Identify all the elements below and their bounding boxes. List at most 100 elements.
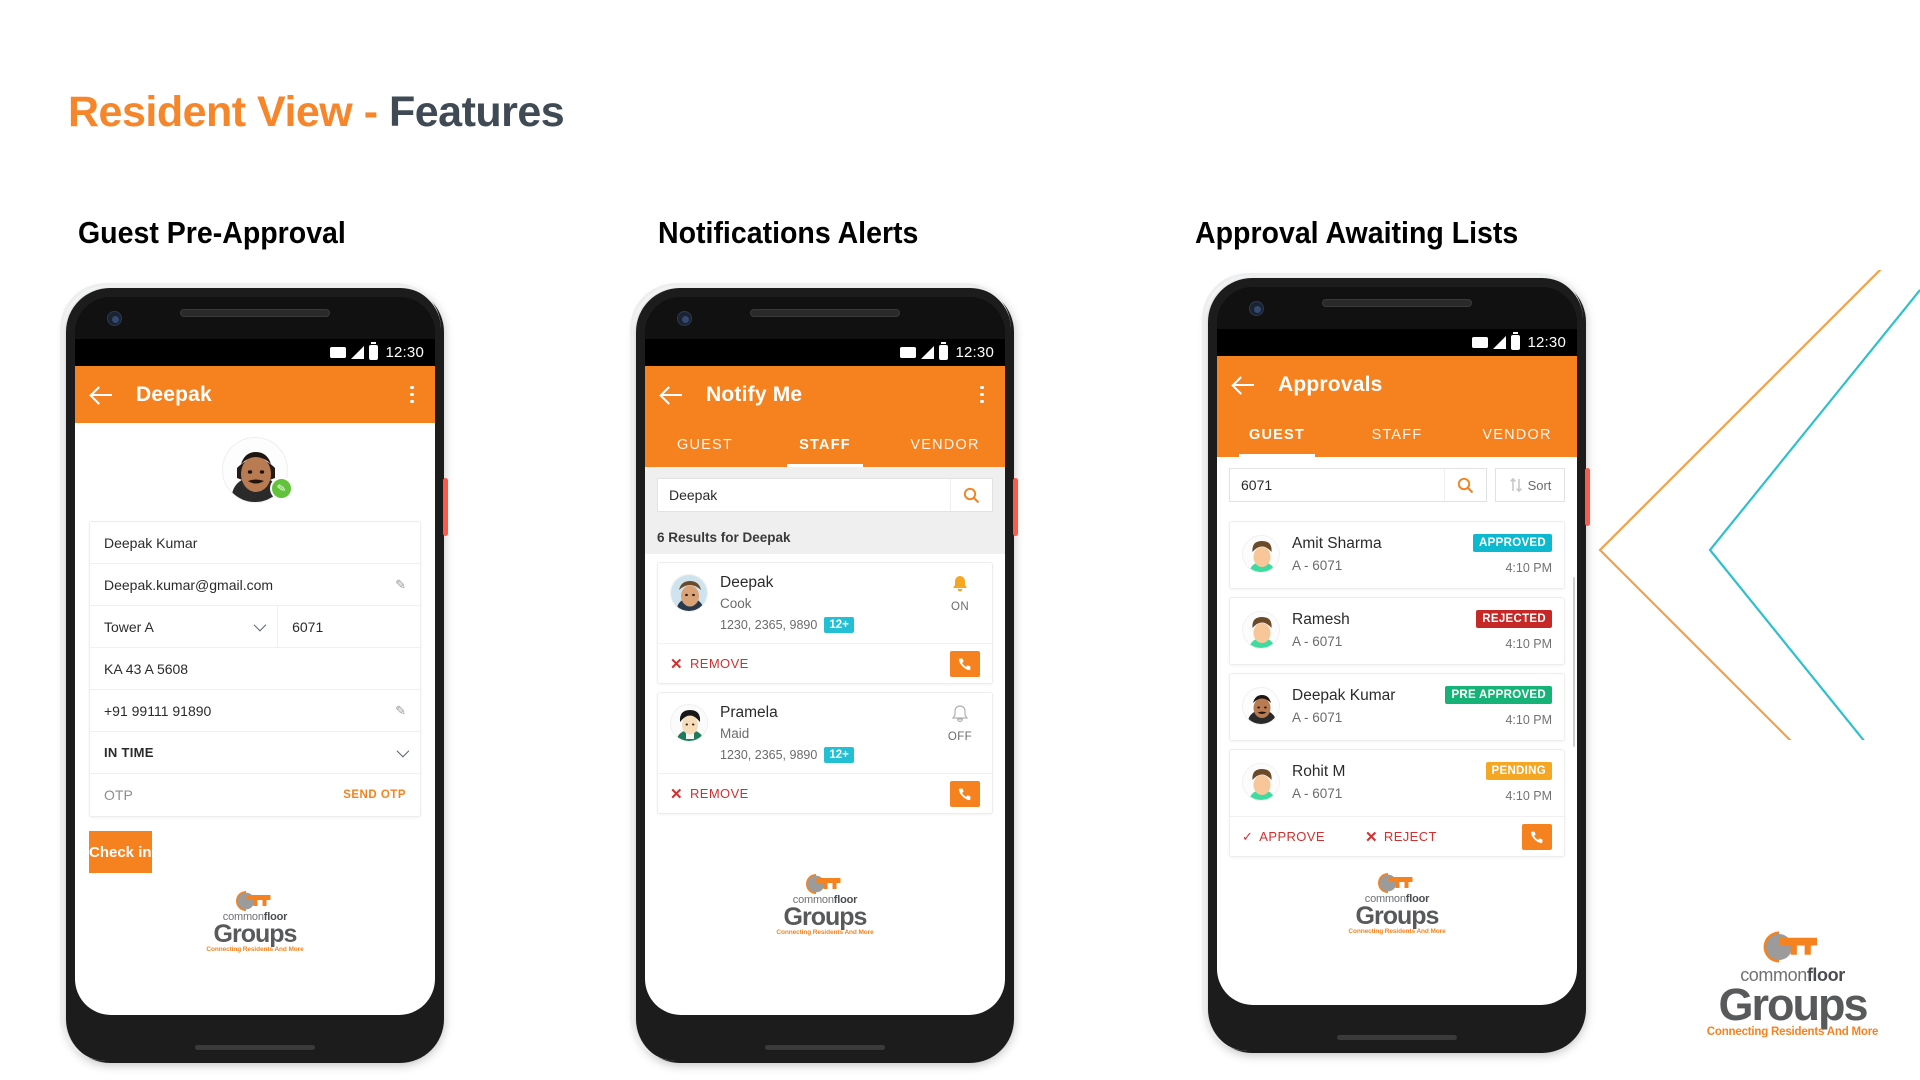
check-in-button[interactable]: Check in bbox=[89, 831, 152, 873]
check-icon: ✓ bbox=[1242, 828, 1254, 844]
in-time-select[interactable]: IN TIME bbox=[90, 732, 420, 774]
close-icon: ✕ bbox=[670, 785, 683, 803]
back-arrow-icon[interactable] bbox=[659, 382, 685, 408]
brand-tagline: Connecting Residents And More bbox=[776, 929, 874, 936]
back-arrow-icon[interactable] bbox=[89, 382, 115, 408]
approval-unit: A - 6071 bbox=[1292, 710, 1343, 725]
avatar bbox=[670, 704, 708, 742]
phone-icon bbox=[1530, 831, 1543, 843]
commonfloor-groups-logo: commonfloor Groups Connecting Residents … bbox=[1217, 871, 1577, 935]
tab-vendor[interactable]: VENDOR bbox=[1457, 413, 1577, 457]
sort-button[interactable]: Sort bbox=[1495, 468, 1565, 502]
search-input[interactable] bbox=[1230, 469, 1444, 501]
flat-number-field[interactable]: 6071 bbox=[278, 606, 420, 647]
pencil-icon[interactable]: ✎ bbox=[270, 477, 293, 500]
tower-value: Tower A bbox=[104, 618, 154, 635]
close-icon: ✕ bbox=[1364, 828, 1378, 846]
reject-button[interactable]: ✕ REJECT bbox=[1365, 828, 1437, 846]
notification-toggle[interactable]: OFF bbox=[940, 704, 980, 743]
close-icon: ✕ bbox=[670, 655, 683, 673]
tower-select[interactable]: Tower A bbox=[90, 606, 279, 647]
more-count-badge[interactable]: 12+ bbox=[824, 617, 854, 633]
guest-email-field[interactable]: Deepak.kumar@gmail.com ✎ bbox=[90, 564, 420, 606]
phone-mockup-approval-awaiting-lists: 12:30 Approvals GUEST STAFF VENDOR 6071 … bbox=[1202, 273, 1590, 1053]
search-input[interactable] bbox=[658, 479, 950, 511]
page-title-accent: Resident View - bbox=[68, 88, 389, 136]
call-button[interactable] bbox=[1522, 823, 1552, 850]
otp-row[interactable]: OTP SEND OTP bbox=[90, 774, 420, 816]
tab-guest[interactable]: GUEST bbox=[645, 423, 765, 467]
commonfloor-key-icon bbox=[806, 874, 841, 894]
approval-unit: A - 6071 bbox=[1292, 558, 1343, 573]
commonfloor-groups-logo: commonfloor Groups Connecting Residents … bbox=[75, 889, 435, 953]
table-row[interactable]: Amit Sharma A - 6071 APPROVED 4:10 PM bbox=[1229, 521, 1565, 589]
search-button[interactable] bbox=[950, 479, 992, 511]
commonfloor-key-icon bbox=[1378, 873, 1413, 893]
app-bar-title: Notify Me bbox=[706, 382, 803, 406]
search-icon bbox=[963, 487, 980, 503]
search-button[interactable] bbox=[1444, 469, 1486, 501]
list-item-role: Cook bbox=[720, 596, 752, 611]
guest-name-field[interactable]: Deepak Kumar bbox=[90, 522, 420, 564]
table-row[interactable]: Ramesh A - 6071 REJECTED 4:10 PM bbox=[1229, 597, 1565, 665]
edit-phone-icon[interactable]: ✎ bbox=[395, 703, 406, 719]
avatar bbox=[1242, 763, 1280, 801]
battery-icon bbox=[369, 342, 379, 360]
vehicle-number-field[interactable]: KA 43 A 5608 bbox=[90, 648, 420, 690]
brand-groups-text: Groups bbox=[783, 903, 868, 931]
list-item[interactable]: Deepak Cook 1230, 2365, 9890 12+ ON ✕ RE… bbox=[657, 562, 993, 684]
phone-sensor-area bbox=[645, 297, 1005, 339]
profile-avatar-zone: ✎ bbox=[75, 423, 435, 517]
remove-button[interactable]: ✕ REMOVE bbox=[670, 655, 749, 673]
send-otp-button[interactable]: SEND OTP bbox=[343, 789, 406, 801]
table-row[interactable]: Deepak Kumar A - 6071 PRE APPROVED 4:10 … bbox=[1229, 673, 1565, 741]
phone-icon bbox=[958, 658, 971, 670]
scrollbar[interactable] bbox=[1572, 577, 1575, 747]
call-button[interactable] bbox=[950, 650, 980, 677]
tab-staff[interactable]: STAFF bbox=[1337, 413, 1457, 457]
list-item-name: Deepak bbox=[720, 574, 774, 591]
notification-toggle[interactable]: ON bbox=[940, 574, 980, 613]
bell-icon bbox=[953, 576, 967, 592]
brand-tagline: Connecting Residents And More bbox=[1348, 928, 1446, 935]
avatar bbox=[1242, 535, 1280, 573]
front-camera-icon bbox=[677, 311, 692, 326]
phone-home-indicator bbox=[1337, 1035, 1457, 1040]
search-area: Sort bbox=[1217, 457, 1577, 513]
tab-staff[interactable]: STAFF bbox=[765, 423, 885, 467]
front-camera-icon bbox=[107, 311, 122, 326]
kebab-menu-icon[interactable] bbox=[973, 385, 991, 404]
status-bar: 12:30 bbox=[1217, 329, 1577, 356]
brand-tagline: Connecting Residents And More bbox=[206, 946, 304, 953]
guest-name-value: Deepak Kumar bbox=[104, 534, 198, 551]
brand-groups-text: Groups bbox=[1718, 979, 1868, 1030]
phone-side-button bbox=[1013, 478, 1018, 536]
status-bar-clock: 12:30 bbox=[385, 344, 424, 361]
list-item[interactable]: Pramela Maid 1230, 2365, 9890 12+ OFF ✕ … bbox=[657, 692, 993, 814]
approval-time: 4:10 PM bbox=[1505, 561, 1552, 575]
list-item-role: Maid bbox=[720, 726, 750, 741]
tab-guest[interactable]: GUEST bbox=[1217, 413, 1337, 457]
remove-button[interactable]: ✕ REMOVE bbox=[670, 785, 749, 803]
edit-email-icon[interactable]: ✎ bbox=[395, 577, 406, 593]
more-count-badge[interactable]: 12+ bbox=[824, 747, 854, 763]
call-button[interactable] bbox=[950, 780, 980, 807]
phone-number-field[interactable]: +91 99111 91890 ✎ bbox=[90, 690, 420, 732]
flat-number-value: 6071 bbox=[292, 618, 324, 635]
commonfloor-key-icon bbox=[1763, 931, 1817, 963]
chevron-down-icon bbox=[396, 744, 410, 758]
back-arrow-icon[interactable] bbox=[1231, 372, 1257, 398]
vehicle-number-value: KA 43 A 5608 bbox=[104, 660, 189, 677]
phone-home-indicator bbox=[195, 1045, 315, 1050]
avatar[interactable]: ✎ bbox=[222, 437, 293, 503]
screen-content: Sort Amit Sharma bbox=[1217, 457, 1577, 1005]
section-heading-approval-awaiting-lists: Approval Awaiting Lists bbox=[1195, 215, 1519, 250]
tab-vendor[interactable]: VENDOR bbox=[885, 423, 1005, 467]
list-item-numbers: 1230, 2365, 9890 bbox=[720, 618, 818, 632]
kebab-menu-icon[interactable] bbox=[403, 385, 421, 404]
phone-mockup-guest-pre-approval: 12:30 Deepak ✎ Deepak Kumar Deepak.kumar… bbox=[60, 283, 448, 1063]
section-heading-guest-pre-approval: Guest Pre-Approval bbox=[78, 215, 346, 250]
approve-button[interactable]: ✓ APPROVE bbox=[1242, 829, 1325, 845]
table-row[interactable]: Rohit M A - 6071 PENDING 4:10 PM ✓ APPRO… bbox=[1229, 749, 1565, 857]
remove-label: REMOVE bbox=[689, 656, 749, 671]
